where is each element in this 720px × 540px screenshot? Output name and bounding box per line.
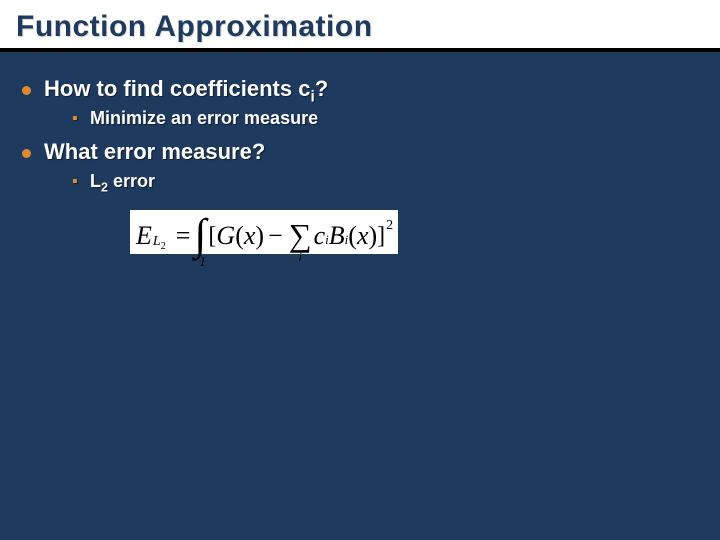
sum-lower: i [298, 249, 302, 265]
sub-bullet-l2: L2 error [72, 171, 700, 192]
formula-two: 2 [161, 241, 166, 252]
right-bracket: ] [377, 223, 385, 250]
bullet-text-tail: ? [315, 76, 328, 101]
formula-equals: = [176, 221, 191, 251]
bullet-coefficients: How to find coefficients ci? Minimize an… [20, 76, 700, 129]
close-paren-2: ) [368, 221, 377, 251]
slide-body: How to find coefficients c i? Minimize an… [0, 52, 720, 254]
bullet-error-measure: What error measure? L2 error [20, 139, 700, 192]
sub-bullet-list: Minimize an error measure [44, 108, 700, 129]
formula-G: G [216, 221, 235, 251]
close-paren: ) [255, 221, 264, 251]
l2-pre: L [90, 171, 101, 191]
formula-ci: i [325, 232, 329, 248]
l2-post: error [108, 171, 155, 191]
formula-B: B [329, 221, 345, 251]
formula-E: E [136, 221, 152, 251]
formula-Bi: i [345, 232, 349, 248]
formula: EL2 = ∫ I [ G(x) − ∑ i ciBi(x) ]2 [136, 218, 392, 254]
formula-c: c [314, 221, 326, 251]
formula-box: EL2 = ∫ I [ G(x) − ∑ i ciBi(x) ]2 [130, 210, 398, 254]
sub-bullet-list: L2 error [44, 171, 700, 192]
formula-L: L [153, 234, 161, 250]
slide-title: Function Approximation [16, 10, 704, 44]
minus-icon: − [268, 221, 283, 251]
open-paren: ( [235, 221, 244, 251]
slide: Function Approximation How to find coeff… [0, 0, 720, 540]
formula-squared: 2 [386, 218, 393, 234]
title-area: Function Approximation [0, 0, 720, 52]
sum-icon: ∑ i [289, 221, 312, 251]
left-bracket: [ [208, 223, 216, 250]
open-paren-2: ( [348, 221, 357, 251]
bullet-text: How to find coefficients c [44, 76, 310, 101]
sub-bullet-minimize: Minimize an error measure [72, 108, 700, 129]
l2-sub: 2 [101, 181, 108, 195]
bullet-text: What error measure? [44, 139, 265, 164]
integral-icon: ∫ I [194, 218, 206, 254]
bullet-list: How to find coefficients ci? Minimize an… [20, 76, 700, 192]
integral-lower: I [200, 254, 204, 270]
formula-x2: x [357, 221, 369, 251]
formula-x: x [244, 221, 256, 251]
